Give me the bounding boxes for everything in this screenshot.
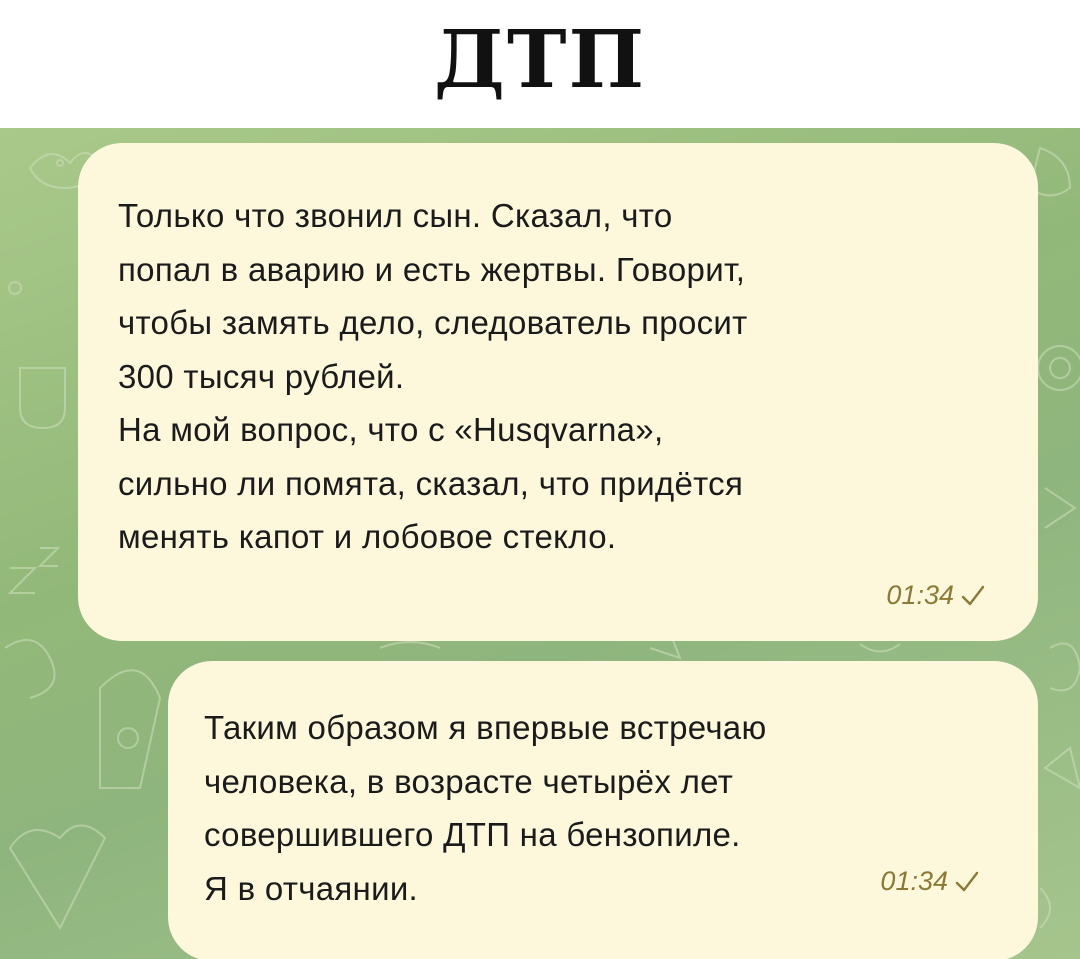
message-time: 01:34 [880,866,948,896]
message-time: 01:34 [886,580,954,610]
message-text: Только что звонил сын. Сказал, что попал… [118,197,748,555]
check-icon [954,870,980,894]
check-icon [960,584,986,608]
message-meta: 01:34 [886,580,986,611]
message-bubble-1[interactable]: Только что звонил сын. Сказал, что попал… [78,143,1038,641]
page-title: ДТП [433,12,647,106]
message-bubble-2[interactable]: Таким образом я впервые встречаю человек… [168,661,1038,959]
message-meta: 01:34 [880,866,980,897]
page-header: ДТП [0,0,1080,128]
chat-area[interactable]: Только что звонил сын. Сказал, что попал… [0,128,1080,959]
